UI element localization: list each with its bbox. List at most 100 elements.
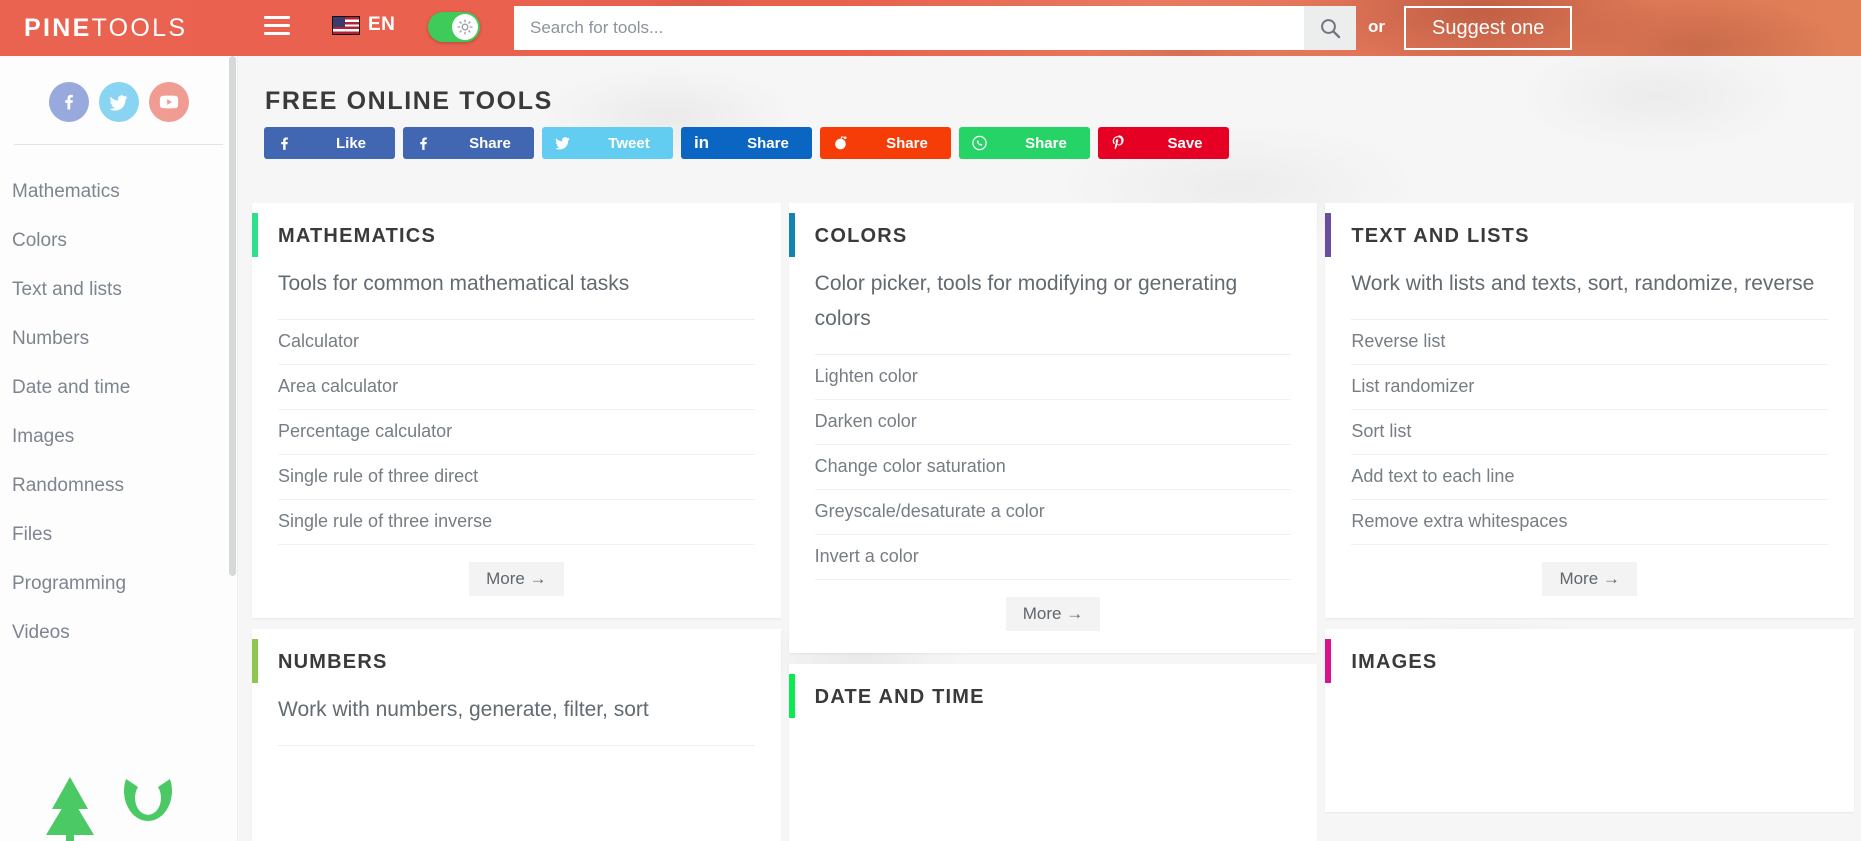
twitter-icon[interactable] xyxy=(98,82,139,122)
hamburger-icon[interactable] xyxy=(264,16,290,38)
sidebar-item-colors[interactable]: Colors xyxy=(0,216,237,265)
sidebar-item-randomness[interactable]: Randomness xyxy=(0,461,237,510)
sidebar-item-text-and-lists[interactable]: Text and lists xyxy=(0,265,237,314)
card-tool-list: Lighten color Darken color Change color sa… xyxy=(814,355,1292,580)
sun-icon xyxy=(452,14,478,40)
pine-arc-icon xyxy=(124,779,172,821)
sidebar: Mathematics Colors Text and lists Numbers Da… xyxy=(0,56,238,841)
card-accent-bar xyxy=(788,213,795,257)
whatsapp-icon xyxy=(971,134,988,152)
search-input[interactable] xyxy=(514,6,1304,50)
tool-link[interactable]: Darken color xyxy=(814,400,1292,445)
card-title: NUMBERS xyxy=(278,651,388,673)
card-accent-bar xyxy=(788,674,795,718)
card-accent-bar xyxy=(252,639,258,683)
suggest-one-button[interactable]: Suggest one xyxy=(1404,6,1573,50)
hamburger-bar xyxy=(264,16,290,19)
card-title: IMAGES xyxy=(1351,651,1438,673)
social-links xyxy=(0,56,237,144)
facebook-share-button[interactable]: Share xyxy=(403,127,534,159)
tool-link[interactable]: Invert a color xyxy=(814,535,1292,580)
facebook-like-button[interactable]: Like xyxy=(264,127,395,159)
facebook-icon[interactable] xyxy=(48,82,89,122)
page-title: FREE ONLINE TOOLS xyxy=(265,87,553,115)
whatsapp-share-button[interactable]: Share xyxy=(959,127,1090,159)
tool-link[interactable]: Single rule of three direct xyxy=(278,455,755,500)
sidebar-item-date-and-time[interactable]: Date and time xyxy=(0,363,237,412)
tool-link[interactable]: Remove extra whitespaces xyxy=(1351,500,1829,545)
card-header: TEXT AND LISTS xyxy=(1325,203,1854,266)
more-button[interactable]: More → xyxy=(1005,597,1101,631)
theme-toggle[interactable] xyxy=(428,12,480,42)
tool-link[interactable]: Sort list xyxy=(1351,410,1829,455)
facebook-icon xyxy=(415,135,432,152)
logo-tools: TOOLS xyxy=(91,14,188,42)
twitter-tweet-button[interactable]: Tweet xyxy=(542,127,673,159)
or-label: or xyxy=(1368,17,1385,36)
sidebar-item-images[interactable]: Images xyxy=(0,412,237,461)
card-column-3: TEXT AND LISTS Work with lists and texts,… xyxy=(1325,203,1855,841)
pine-tree-logo xyxy=(42,775,176,841)
card-more-wrap: More → xyxy=(1325,545,1854,618)
tool-link[interactable]: Add text to each line xyxy=(1351,455,1829,500)
card-body-placeholder xyxy=(789,727,1318,841)
card-title: MATHEMATICS xyxy=(278,225,436,247)
sidebar-item-files[interactable]: Files xyxy=(0,510,237,559)
category-card-colors: COLORS Color picker, tools for modifying … xyxy=(788,203,1318,653)
youtube-icon[interactable] xyxy=(148,82,189,122)
sidebar-item-videos[interactable]: Videos xyxy=(0,608,237,657)
tool-category-grid: MATHEMATICS Tools for common mathematical… xyxy=(245,203,1861,841)
magnifier-icon xyxy=(1321,19,1341,39)
reddit-share-button[interactable]: Share xyxy=(820,127,951,159)
pinterest-save-button[interactable]: Save xyxy=(1098,127,1229,159)
card-title: DATE AND TIME xyxy=(814,686,985,708)
pine-tree-icon xyxy=(46,777,94,841)
share-button-label: Share xyxy=(469,134,511,152)
sidebar-item-programming[interactable]: Programming xyxy=(0,559,237,608)
tool-link[interactable]: Single rule of three inverse xyxy=(278,500,755,545)
share-button-label: Like xyxy=(335,134,366,152)
facebook-icon xyxy=(276,135,293,152)
twitter-icon xyxy=(554,134,571,152)
card-description: Work with lists and texts, sort, randomi… xyxy=(1351,266,1829,320)
share-button-row: Like Share Tweet in Share Share Share Save xyxy=(264,127,1229,159)
hamburger-bar xyxy=(264,24,290,27)
card-tool-list: Reverse list List randomizer Sort list Add … xyxy=(1351,320,1829,545)
tool-link[interactable]: Change color saturation xyxy=(814,445,1292,490)
card-body-placeholder xyxy=(252,746,781,841)
card-column-1: MATHEMATICS Tools for common mathematical… xyxy=(252,203,781,841)
card-header: DATE AND TIME xyxy=(788,664,1318,727)
card-header: COLORS xyxy=(788,203,1318,266)
card-description: Color picker, tools for modifying or gen… xyxy=(814,266,1292,355)
card-accent-bar xyxy=(1325,639,1332,683)
share-button-label: Share xyxy=(886,134,928,152)
more-button[interactable]: More → xyxy=(1542,562,1637,596)
tool-link[interactable]: Calculator xyxy=(278,320,755,365)
tool-link[interactable]: Lighten color xyxy=(814,355,1292,400)
sidebar-item-numbers[interactable]: Numbers xyxy=(0,314,237,363)
card-column-2: COLORS Color picker, tools for modifying … xyxy=(788,203,1318,841)
category-card-text-and-lists: TEXT AND LISTS Work with lists and texts,… xyxy=(1325,203,1855,618)
tool-link[interactable]: Greyscale/desaturate a color xyxy=(814,490,1292,535)
language-selector[interactable]: EN xyxy=(332,14,395,36)
us-flag-icon xyxy=(332,15,360,35)
card-description: Tools for common mathematical tasks xyxy=(278,266,755,320)
tool-link[interactable]: Area calculator xyxy=(278,365,755,410)
category-card-mathematics: MATHEMATICS Tools for common mathematical… xyxy=(252,203,781,618)
tool-link[interactable]: Reverse list xyxy=(1351,320,1829,365)
card-title: COLORS xyxy=(814,225,908,247)
sidebar-scrollbar[interactable] xyxy=(229,56,236,576)
tool-link[interactable]: Percentage calculator xyxy=(278,410,755,455)
linkedin-share-button[interactable]: in Share xyxy=(681,127,812,159)
search-button[interactable] xyxy=(1304,6,1356,50)
card-title: TEXT AND LISTS xyxy=(1351,225,1530,247)
logo-pine: PINE xyxy=(24,14,92,42)
sidebar-item-mathematics[interactable]: Mathematics xyxy=(0,167,237,216)
card-accent-bar xyxy=(1325,213,1332,257)
search-bar xyxy=(514,6,1356,50)
sidebar-nav: Mathematics Colors Text and lists Numbers Da… xyxy=(0,167,237,657)
site-logo[interactable]: PINETOOLS xyxy=(24,13,187,43)
pinterest-icon xyxy=(1110,134,1127,152)
tool-link[interactable]: List randomizer xyxy=(1351,365,1829,410)
more-button[interactable]: More → xyxy=(469,562,564,596)
